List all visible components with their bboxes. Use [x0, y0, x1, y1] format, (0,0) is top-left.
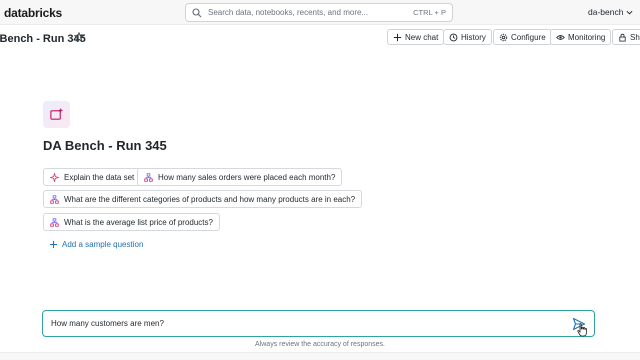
- chat-input-value: How many customers are men?: [51, 319, 164, 328]
- history-icon: [449, 33, 458, 41]
- chevron-down-icon: [626, 10, 633, 14]
- workspace-name: da-bench: [588, 7, 624, 17]
- search-placeholder: Search data, notebooks, recents, and mor…: [208, 8, 369, 17]
- plus-icon: [393, 33, 402, 41]
- share-label: Share: [630, 32, 640, 42]
- suggestion-label: How many sales orders were placed each m…: [158, 172, 336, 182]
- suggestion-label: Explain the data set: [64, 172, 135, 182]
- query-icon: [50, 194, 59, 204]
- sparkle-icon: [50, 172, 59, 182]
- search-shortcut: CTRL + P: [413, 8, 446, 17]
- page-title: DA Bench - Run 345: [0, 33, 86, 45]
- plus-icon: [49, 240, 58, 249]
- new-chat-label: New chat: [405, 32, 439, 42]
- disclaimer-text: Always review the accuracy of responses.: [255, 341, 385, 348]
- page-header: DA Bench - Run 345 New chat History Conf…: [0, 25, 640, 51]
- star-icon[interactable]: [74, 32, 84, 42]
- global-search[interactable]: Search data, notebooks, recents, and mor…: [185, 3, 453, 22]
- monitoring-button[interactable]: Monitoring: [550, 29, 612, 45]
- configure-label: Configure: [511, 32, 546, 42]
- workspace-switcher[interactable]: da-bench: [588, 7, 633, 17]
- add-sample-question-label: Add a sample question: [62, 240, 144, 249]
- genie-icon: [43, 101, 70, 128]
- new-chat-button[interactable]: New chat: [387, 29, 445, 45]
- history-label: History: [461, 32, 486, 42]
- eye-icon: [556, 34, 565, 40]
- suggestion-label: What is the average list price of produc…: [64, 217, 213, 227]
- share-button[interactable]: Share: [612, 29, 640, 45]
- history-button[interactable]: History: [443, 29, 492, 45]
- search-icon: [192, 7, 202, 17]
- lock-icon: [619, 33, 626, 42]
- add-sample-question-link[interactable]: Add a sample question: [49, 240, 143, 249]
- configure-button[interactable]: Configure: [493, 29, 552, 45]
- space-title: DA Bench - Run 345: [43, 138, 167, 153]
- suggestion-chip-list-price[interactable]: What is the average list price of produc…: [43, 213, 220, 231]
- query-icon: [50, 217, 59, 227]
- monitoring-label: Monitoring: [568, 32, 606, 42]
- top-bar: databricks Search data, notebooks, recen…: [0, 0, 640, 25]
- cursor-icon: [577, 323, 587, 337]
- suggestion-label: What are the different categories of pro…: [64, 194, 356, 204]
- suggestion-chip-categories[interactable]: What are the different categories of pro…: [43, 190, 363, 208]
- bottom-bar: [0, 352, 640, 360]
- suggestion-chip-explain[interactable]: Explain the data set: [43, 168, 142, 186]
- suggestion-chip-orders[interactable]: How many sales orders were placed each m…: [137, 168, 343, 186]
- databricks-logo[interactable]: databricks: [4, 6, 62, 20]
- chat-input[interactable]: How many customers are men?: [42, 310, 595, 337]
- query-icon: [144, 172, 153, 182]
- gear-icon: [499, 33, 508, 41]
